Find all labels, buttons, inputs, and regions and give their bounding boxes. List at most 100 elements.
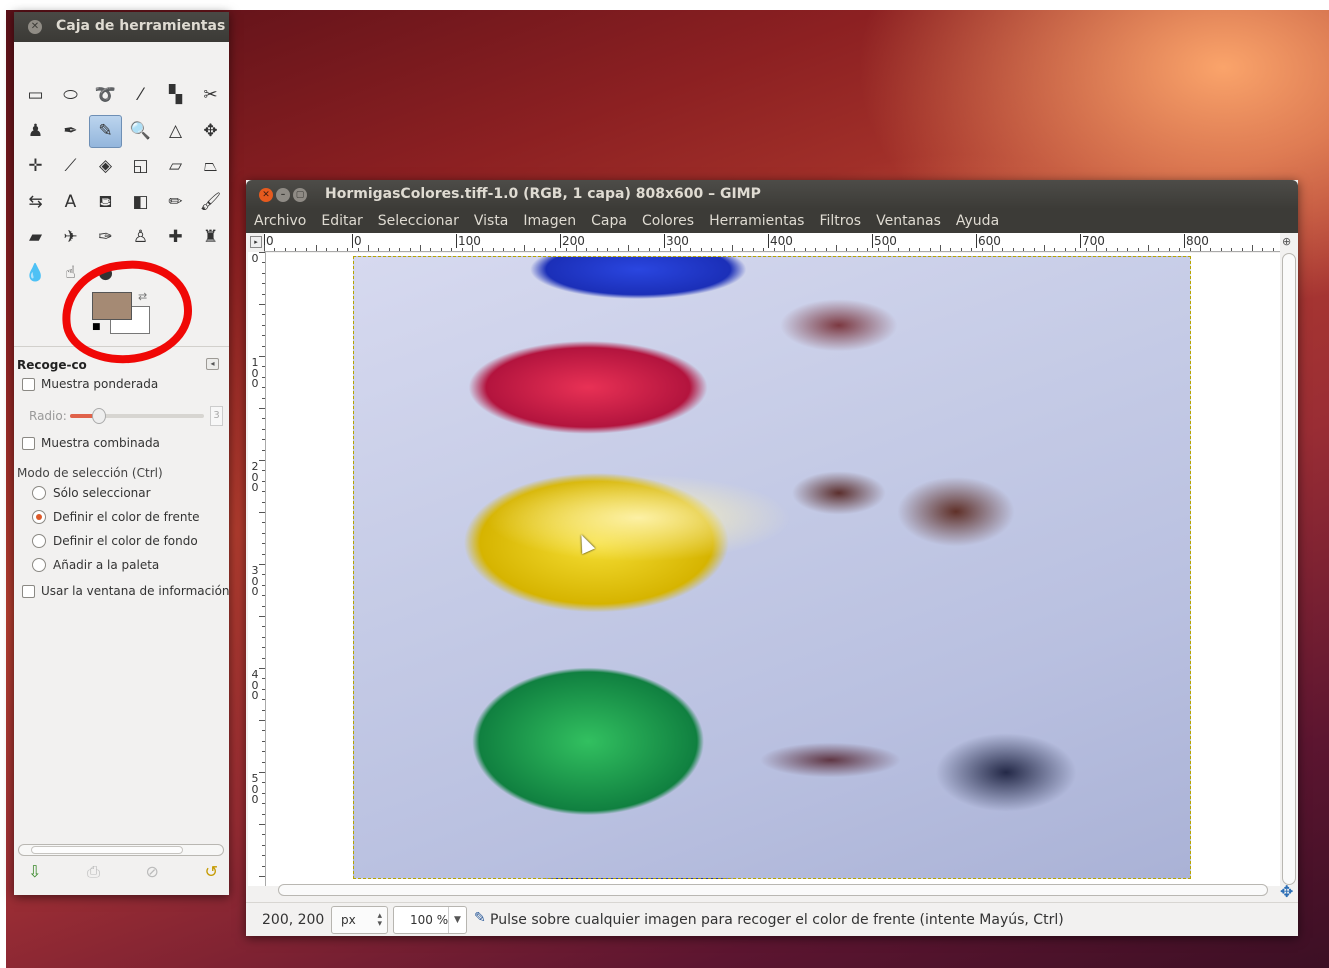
flip-icon[interactable]: ⇆ — [18, 185, 53, 221]
radio-button[interactable] — [32, 534, 46, 548]
move-icon[interactable]: ✥ — [193, 114, 228, 150]
ruler-label: 4 0 0 — [251, 668, 259, 702]
radius-value[interactable]: 3 — [210, 406, 223, 426]
unit-selector[interactable]: px ▴ ▾ — [331, 906, 388, 934]
select-by-color-icon[interactable]: ▚ — [158, 78, 193, 114]
pick-mode-label: Definir el color de frente — [53, 510, 200, 524]
menu-capa[interactable]: Capa — [591, 213, 627, 229]
menu-colores[interactable]: Colores — [642, 213, 694, 229]
measure-icon[interactable]: △ — [158, 114, 193, 150]
foreground-select-icon[interactable]: ♟ — [18, 114, 53, 150]
ruler-tick — [262, 376, 265, 378]
ants-colored-drops-image[interactable] — [353, 256, 1191, 879]
pencil-icon[interactable]: ✏ — [158, 185, 193, 221]
horizontal-scrollbar[interactable] — [278, 884, 1268, 896]
shear-icon[interactable]: ▱ — [158, 149, 193, 185]
sample-average-checkbox[interactable] — [22, 377, 35, 391]
ruler-tick — [262, 834, 265, 836]
navigate-icon[interactable]: ✥ — [1280, 882, 1293, 901]
pick-mode-option[interactable]: Añadir a la paleta — [32, 558, 159, 572]
color-picker-icon[interactable]: ✎ — [89, 114, 122, 148]
rotate-icon[interactable]: ◈ — [88, 149, 123, 185]
delete-options-icon[interactable]: ⊘ — [146, 862, 159, 882]
ellipse-select-icon[interactable]: ⬭ — [53, 78, 88, 114]
ruler-tick — [326, 248, 328, 251]
horizontal-ruler[interactable]: 0 0 100 200 300 400 500 600 700 800 — [264, 233, 1280, 252]
ruler-tick — [846, 248, 848, 251]
maximize-icon[interactable]: ▢ — [293, 188, 307, 202]
sample-merged-option[interactable]: Muestra combinada — [22, 436, 160, 450]
minimize-icon[interactable]: – — [276, 188, 290, 202]
dock-menu-icon[interactable]: ◂ — [206, 358, 219, 370]
paintbrush-icon[interactable]: 🖌 — [193, 185, 228, 221]
radio-button[interactable] — [32, 486, 46, 500]
toolbox-horizontal-scrollbar[interactable] — [18, 844, 224, 856]
sample-average-option[interactable]: Muestra ponderada — [22, 377, 158, 391]
menu-editar[interactable]: Editar — [321, 213, 362, 229]
close-icon[interactable]: ✕ — [28, 20, 42, 34]
spin-arrows-icon[interactable]: ▴ ▾ — [377, 912, 382, 929]
reset-options-icon[interactable]: ↺ — [205, 862, 218, 882]
clone-icon[interactable]: ♙ — [123, 220, 158, 256]
eraser-icon[interactable]: ▰ — [18, 220, 53, 256]
heal-icon[interactable]: ✚ — [158, 220, 193, 256]
menu-seleccionar[interactable]: Seleccionar — [378, 213, 459, 229]
rect-select-icon[interactable]: ▭ — [18, 78, 53, 114]
ink-icon[interactable]: ✑ — [88, 220, 123, 256]
blend-icon[interactable]: ◧ — [123, 185, 158, 221]
vertical-scrollbar[interactable] — [1282, 253, 1296, 885]
radio-button[interactable] — [32, 510, 46, 524]
zoom-icon[interactable]: 🔍 — [123, 114, 158, 150]
scale-icon[interactable]: ◱ — [123, 149, 158, 185]
perspective-clone-icon[interactable]: ♜ — [193, 220, 228, 256]
menu-filtros[interactable]: Filtros — [819, 213, 861, 229]
zoom-selector[interactable]: 100 % ▼ — [393, 906, 467, 934]
tool-options-buttons: ⇩ ⎙ ⊘ ↺ — [28, 862, 218, 882]
ruler-tick — [409, 248, 411, 251]
scrollbar-thumb[interactable] — [31, 846, 183, 854]
menu-imagen[interactable]: Imagen — [523, 213, 576, 229]
vertical-ruler[interactable]: 0 1 0 0 2 0 0 3 0 0 4 0 0 5 0 0 — [248, 252, 266, 886]
pick-mode-option[interactable]: Definir el color de frente — [32, 510, 200, 524]
perspective-icon[interactable]: ⏢ — [193, 149, 228, 185]
sample-merged-checkbox[interactable] — [22, 436, 35, 450]
blur-icon[interactable]: 💧 — [18, 256, 53, 292]
radius-slider-knob[interactable] — [92, 408, 106, 424]
radius-slider[interactable] — [70, 414, 204, 418]
ruler-tick — [368, 245, 369, 251]
restore-options-icon[interactable]: ⎙ — [87, 862, 100, 882]
ruler-tick — [262, 345, 265, 347]
crop-icon[interactable]: ⟋ — [53, 149, 88, 185]
pick-mode-option[interactable]: Definir el color de fondo — [32, 534, 198, 548]
save-options-icon[interactable]: ⇩ — [28, 862, 41, 882]
align-icon[interactable]: ✛ — [18, 149, 53, 185]
menu-vista[interactable]: Vista — [474, 213, 509, 229]
airbrush-icon[interactable]: ✈ — [53, 220, 88, 256]
ruler-tick — [867, 248, 869, 251]
ruler-tick — [420, 245, 421, 251]
text-icon[interactable]: A — [53, 185, 88, 221]
pick-mode-option[interactable]: Sólo seleccionar — [32, 486, 151, 500]
menu-herramientas[interactable]: Herramientas — [709, 213, 804, 229]
use-info-window-option[interactable]: Usar la ventana de información — [22, 584, 230, 598]
zoom-fit-icon[interactable]: ⊕ — [1282, 235, 1291, 248]
ruler-tick — [262, 813, 265, 815]
use-info-window-checkbox[interactable] — [22, 584, 35, 598]
toolbox-titlebar[interactable]: ✕ Caja de herramientas — [14, 12, 229, 42]
quick-mask-toggle-icon[interactable]: ▸ — [250, 236, 262, 248]
free-select-icon[interactable]: ➰ — [88, 78, 123, 114]
menu-archivo[interactable]: Archivo — [254, 213, 306, 229]
paths-icon[interactable]: ✒ — [53, 114, 88, 150]
chevron-down-icon[interactable]: ▼ — [448, 907, 466, 933]
scissors-icon[interactable]: ✂ — [193, 78, 228, 114]
image-window-titlebar[interactable]: ✕ – ▢ HormigasColores.tiff-1.0 (RGB, 1 c… — [246, 180, 1298, 209]
radio-button[interactable] — [32, 558, 46, 572]
fuzzy-select-icon[interactable]: ⁄ — [123, 78, 158, 114]
bucket-fill-icon[interactable]: ⛾ — [88, 185, 123, 221]
close-icon[interactable]: ✕ — [259, 188, 273, 202]
menu-ventanas[interactable]: Ventanas — [876, 213, 941, 229]
canvas-area[interactable] — [266, 253, 1280, 886]
menu-ayuda[interactable]: Ayuda — [956, 213, 999, 229]
ruler-label: 100 — [456, 234, 481, 248]
ruler-tick — [565, 248, 567, 251]
